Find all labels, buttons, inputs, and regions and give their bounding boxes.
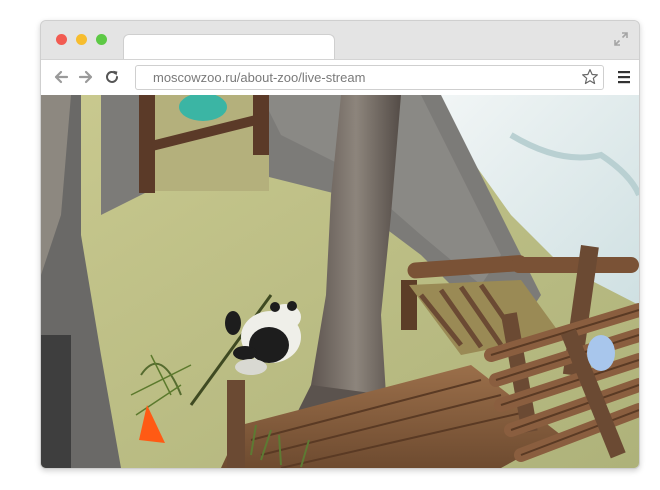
forward-arrow-icon[interactable]: [77, 68, 95, 86]
browser-window: moscowzoo.ru/about-zoo/live-stream: [40, 20, 640, 469]
star-icon[interactable]: [581, 68, 599, 86]
blue-ball: [587, 335, 615, 371]
hamburger-menu-icon[interactable]: [618, 70, 630, 84]
zoom-window-button[interactable]: [96, 34, 107, 45]
expand-icon[interactable]: [613, 31, 629, 47]
live-stream-video[interactable]: [41, 95, 639, 468]
back-arrow-icon[interactable]: [52, 68, 70, 86]
minimize-window-button[interactable]: [76, 34, 87, 45]
browser-tab[interactable]: [123, 34, 335, 61]
title-bar: [41, 21, 639, 61]
close-window-button[interactable]: [56, 34, 67, 45]
panda-enclosure-image: [41, 95, 639, 468]
reload-icon[interactable]: [103, 68, 121, 86]
address-bar-url[interactable]: moscowzoo.ru/about-zoo/live-stream: [153, 70, 365, 85]
address-bar[interactable]: moscowzoo.ru/about-zoo/live-stream: [135, 65, 604, 90]
browser-toolbar: moscowzoo.ru/about-zoo/live-stream: [41, 59, 639, 96]
